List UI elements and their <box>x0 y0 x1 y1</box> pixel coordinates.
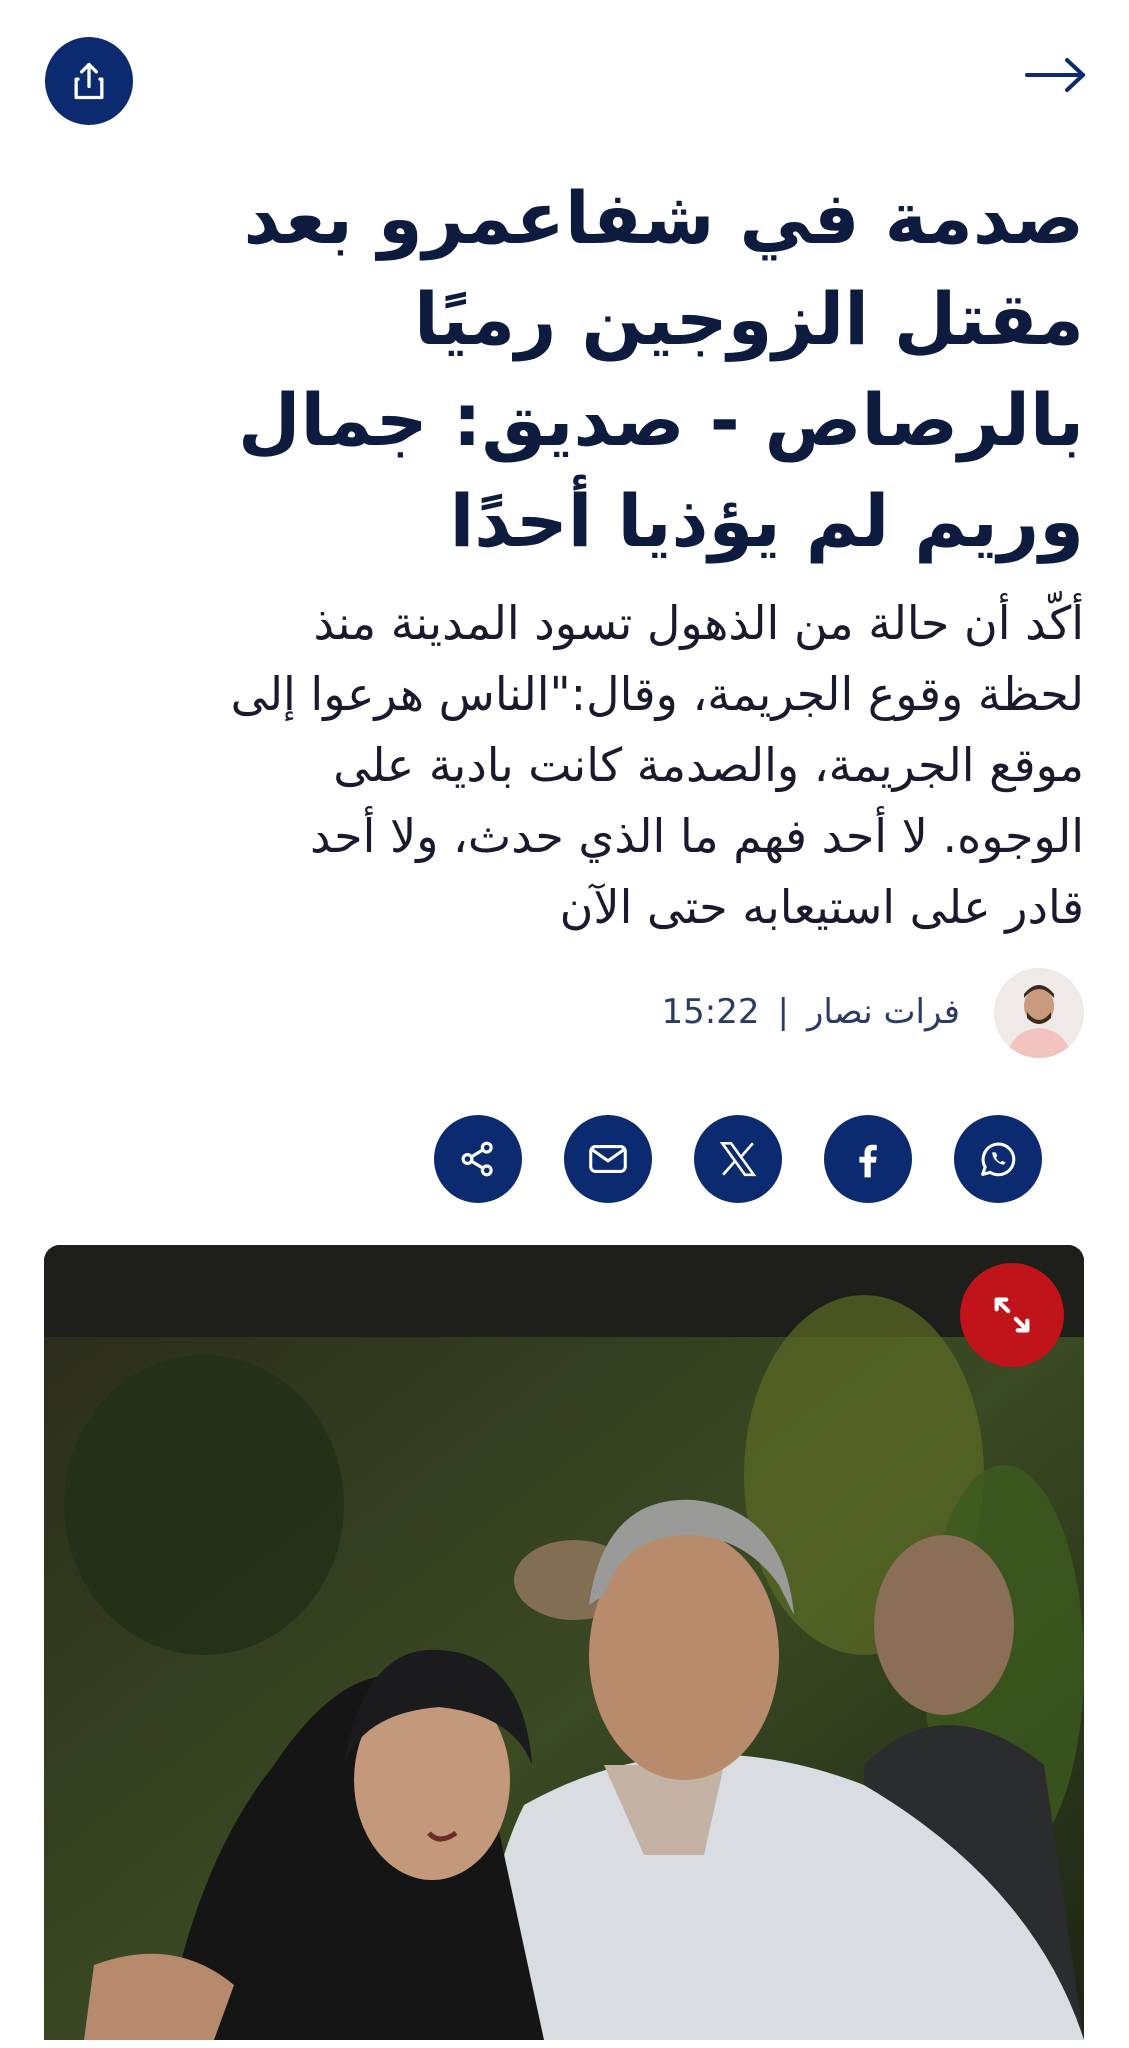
facebook-icon <box>859 1144 877 1178</box>
lede-line: الوجوه. لا أحد فهم ما الذي حدث، ولا أحد <box>309 809 1084 863</box>
headline-line: صدمة في شفاعمرو بعد <box>243 176 1084 260</box>
arrow-right-icon[interactable] <box>1023 55 1089 95</box>
article-photo[interactable] <box>44 1245 1084 2040</box>
lede-line: قادر على استيعابه حتى الآن <box>559 880 1084 934</box>
share-top-button[interactable] <box>45 37 133 125</box>
couple-photo-image <box>44 1245 1084 2040</box>
expand-photo-button[interactable] <box>960 1263 1064 1367</box>
byline-separator: | <box>777 992 789 1032</box>
share-buttons-row <box>434 1115 1042 1205</box>
lede-line: موقع الجريمة، والصدمة كانت بادية على <box>333 738 1084 792</box>
share-nodes-button[interactable] <box>434 1115 522 1203</box>
author-name[interactable]: فرات نصار <box>807 992 960 1032</box>
article-lede: أكّد أن حالة من الذهول تسود المدينة منذ … <box>45 588 1084 943</box>
x-icon <box>719 1141 757 1177</box>
email-share-button[interactable] <box>564 1115 652 1203</box>
top-bar <box>0 0 1129 160</box>
facebook-share-button[interactable] <box>824 1115 912 1203</box>
expand-arrows-icon <box>994 1297 1030 1333</box>
publish-time: 15:22 <box>661 992 760 1032</box>
author-avatar[interactable] <box>994 968 1084 1058</box>
lede-line: لحظة وقوع الجريمة، وقال:"الناس هرعوا إلى <box>230 667 1084 721</box>
mail-icon <box>589 1145 627 1173</box>
headline-line: بالرصاص - صديق: جمال <box>238 378 1084 462</box>
author-photo-icon <box>994 968 1084 1058</box>
byline: فرات نصار | 15:22 <box>384 968 1084 1060</box>
share-nodes-icon <box>461 1141 493 1177</box>
lede-line: أكّد أن حالة من الذهول تسود المدينة منذ <box>313 596 1084 650</box>
x-share-button[interactable] <box>694 1115 782 1203</box>
article-headline: صدمة في شفاعمرو بعد مقتل الزوجين رميًا ب… <box>45 168 1084 572</box>
share-upload-icon <box>74 62 104 100</box>
whatsapp-icon <box>981 1142 1016 1177</box>
headline-line: مقتل الزوجين رميًا <box>414 277 1084 361</box>
whatsapp-share-button[interactable] <box>954 1115 1042 1203</box>
byline-text: فرات نصار | 15:22 <box>662 992 960 1032</box>
headline-line: وريم لم يؤذيا أحدًا <box>449 479 1084 563</box>
